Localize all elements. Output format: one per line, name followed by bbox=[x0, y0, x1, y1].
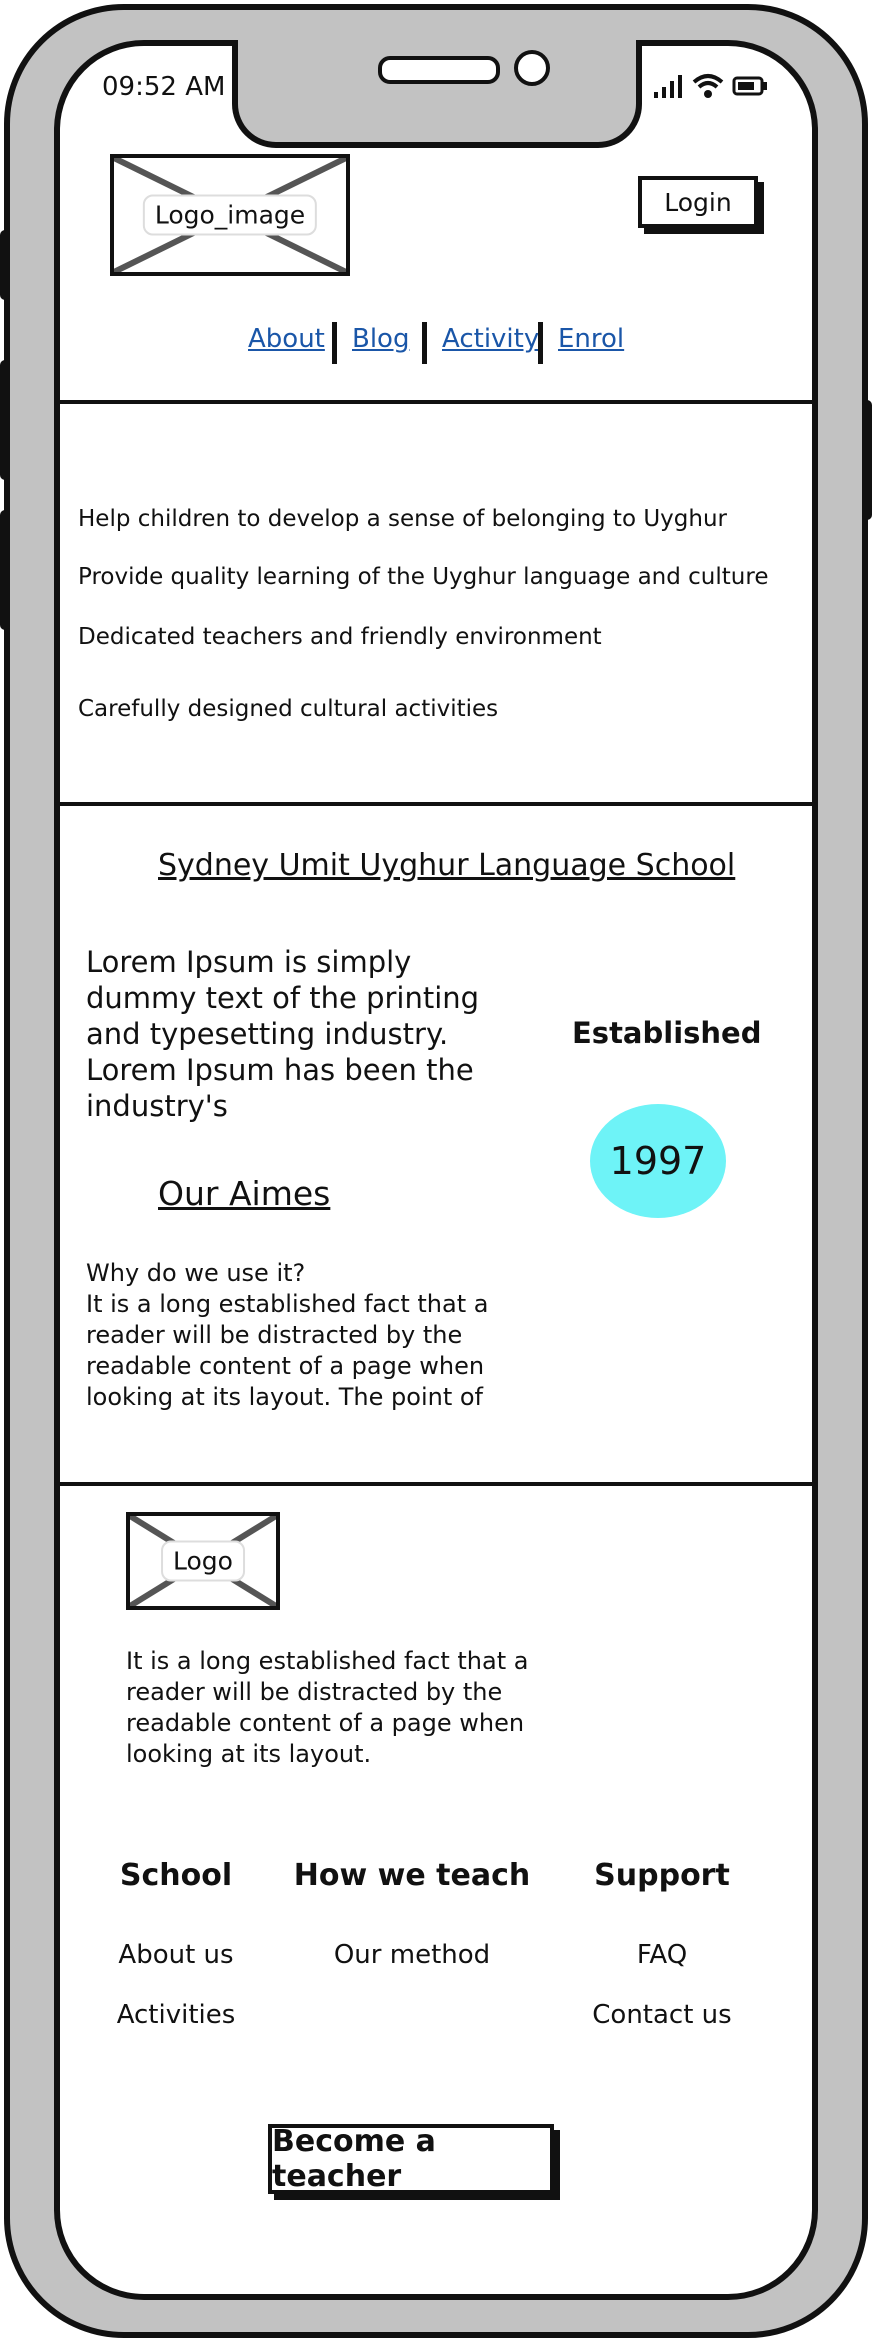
nav-enrol[interactable]: Enrol bbox=[558, 324, 624, 354]
footer-link-about-us[interactable]: About us bbox=[96, 1940, 256, 1970]
intro-text: Lorem Ipsum is simply dummy text of the … bbox=[86, 945, 480, 1123]
school-title: Sydney Umit Uyghur Language School bbox=[158, 848, 736, 883]
logo-label: Logo_image bbox=[142, 194, 318, 236]
camera-icon bbox=[514, 50, 550, 86]
feature-item: Dedicated teachers and friendly environm… bbox=[78, 624, 602, 650]
feature-item: Provide quality learning of the Uyghur l… bbox=[78, 564, 769, 590]
nav-separator bbox=[332, 322, 337, 364]
footer-link-activities[interactable]: Activities bbox=[96, 2000, 256, 2030]
footer-heading-school: School bbox=[119, 1858, 233, 1893]
footer-heading-support: Support bbox=[594, 1858, 730, 1893]
nav-separator bbox=[422, 322, 427, 364]
feature-item: Carefully designed cultural activities bbox=[78, 696, 499, 722]
aims-title: Our Aimes bbox=[158, 1174, 331, 1213]
login-button[interactable]: Login bbox=[638, 176, 758, 228]
phone-power-button bbox=[862, 400, 872, 520]
nav-blog[interactable]: Blog bbox=[352, 324, 409, 354]
battery-icon bbox=[732, 76, 767, 96]
phone-volume-up bbox=[0, 360, 10, 480]
wifi-icon bbox=[692, 74, 724, 98]
footer-link-contact-us[interactable]: Contact us bbox=[572, 2000, 752, 2030]
status-time: 09:52 AM bbox=[102, 72, 226, 102]
divider bbox=[58, 802, 814, 806]
divider bbox=[58, 1482, 814, 1486]
established-year-badge: 1997 bbox=[590, 1104, 726, 1218]
footer-description: It is a long established fact that a rea… bbox=[126, 1647, 529, 1768]
signal-icon bbox=[654, 75, 682, 98]
footer-link-faq[interactable]: FAQ bbox=[572, 1940, 752, 1970]
footer-link-our-method[interactable]: Our method bbox=[292, 1940, 532, 1970]
footer-logo-label: Logo bbox=[161, 1540, 245, 1582]
established-label: Established bbox=[572, 1016, 762, 1050]
become-teacher-button[interactable]: Become a teacher bbox=[268, 2124, 554, 2194]
nav-about[interactable]: About bbox=[248, 324, 325, 354]
footer-heading-how-we-teach: How we teach bbox=[293, 1858, 531, 1893]
aims-question: Why do we use it? bbox=[86, 1259, 306, 1287]
aims-text: It is a long established fact that a rea… bbox=[86, 1290, 489, 1411]
phone-side-button bbox=[0, 230, 10, 300]
nav-activity[interactable]: Activity bbox=[442, 324, 539, 354]
divider bbox=[58, 400, 814, 404]
main-nav: About Blog Activity Enrol bbox=[248, 322, 628, 368]
phone-volume-down bbox=[0, 510, 10, 630]
logo-image: Logo_image bbox=[110, 154, 350, 276]
feature-item: Help children to develop a sense of belo… bbox=[78, 506, 727, 532]
footer-logo: Logo bbox=[126, 1512, 280, 1610]
speaker-icon bbox=[378, 56, 500, 84]
nav-separator bbox=[538, 322, 543, 364]
